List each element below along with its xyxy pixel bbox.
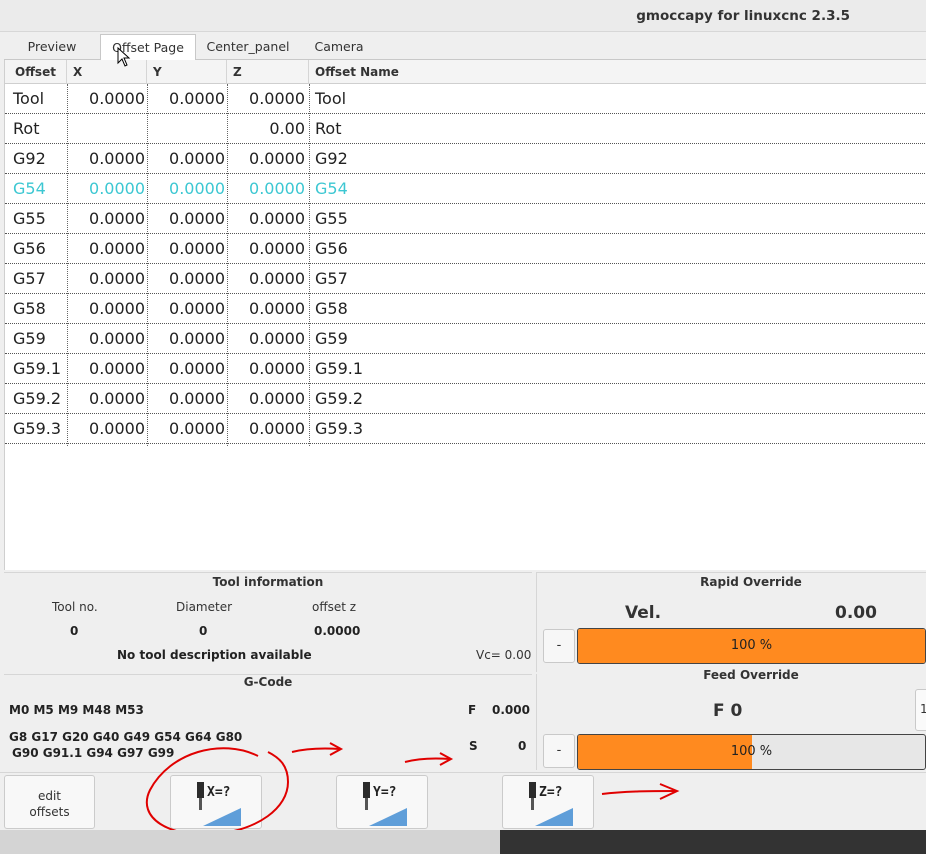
main-window: gmoccapy for linuxcnc 2.3.5 Preview Offs… [0,0,926,830]
red-annotation-overlay [145,742,680,830]
desktop-background [0,830,926,854]
desktop-panel [0,830,500,854]
